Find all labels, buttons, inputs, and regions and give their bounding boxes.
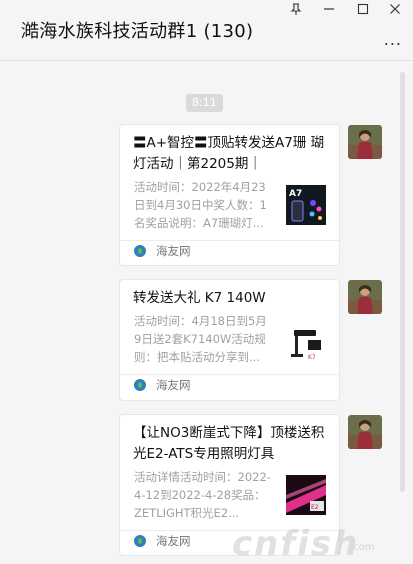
card-divider — [120, 374, 339, 375]
card-thumbnail: K7 — [286, 322, 326, 362]
avatar[interactable] — [348, 125, 382, 159]
source-logo-icon — [134, 245, 146, 257]
source-name: 海友网 — [156, 378, 191, 392]
card-thumbnail: E2 — [286, 475, 326, 515]
more-options-icon[interactable]: ... — [384, 30, 402, 49]
card-source: 海友网 — [134, 377, 191, 393]
card-title: 〓A+智控〓顶贴转发送A7珊 瑚灯活动｜第2205期｜ — [133, 135, 325, 172]
card-source: 海友网 — [134, 533, 191, 549]
pin-icon[interactable] — [285, 3, 307, 21]
message-timestamp: 8:11 — [186, 94, 223, 112]
source-logo-icon — [134, 535, 146, 547]
title-bar: 澔海水族科技活动群1 (130) ... — [0, 0, 413, 61]
minimize-icon[interactable] — [318, 3, 340, 21]
close-icon[interactable] — [384, 3, 406, 21]
svg-text:A7: A7 — [289, 189, 302, 199]
avatar[interactable] — [348, 280, 382, 314]
source-logo-icon — [134, 379, 146, 391]
watermark-logo: cnfish — [232, 524, 360, 564]
maximize-icon[interactable] — [352, 3, 374, 21]
card-title: 转发送大礼 K7 140W — [133, 290, 266, 306]
avatar[interactable] — [348, 415, 382, 449]
source-name: 海友网 — [156, 244, 191, 258]
chat-title: 澔海水族科技活动群1 (130) — [21, 21, 254, 42]
watermark-domain: .com — [350, 542, 375, 553]
card-thumbnail: A7 — [286, 185, 326, 225]
card-description: 活动时间：2022年4月23日到4月30日中奖人数：1名奖品说明：A7珊瑚灯..… — [134, 180, 267, 230]
scrollbar[interactable] — [400, 72, 405, 492]
card-divider — [120, 240, 339, 241]
svg-text:K7: K7 — [308, 354, 316, 361]
card-source: 海友网 — [134, 243, 191, 259]
source-name: 海友网 — [156, 534, 191, 548]
card-title: 【让NO3断崖式下降】顶楼送积光E2-ATS专用照明灯具 — [133, 425, 325, 462]
shared-link-card[interactable]: 〓A+智控〓顶贴转发送A7珊 瑚灯活动｜第2205期｜ 活动时间：2022年4月… — [119, 124, 340, 266]
svg-text:E2: E2 — [311, 504, 319, 511]
card-description: 活动时间：4月18日到5月9日送2套K7140W活动规则：把本贴活动分享到... — [134, 314, 267, 364]
card-description: 活动详情活动时间：2022-4-12到2022-4-28奖品：ZETLIGHT积… — [134, 470, 271, 520]
shared-link-card[interactable]: 转发送大礼 K7 140W 活动时间：4月18日到5月9日送2套K7140W活动… — [119, 279, 340, 401]
